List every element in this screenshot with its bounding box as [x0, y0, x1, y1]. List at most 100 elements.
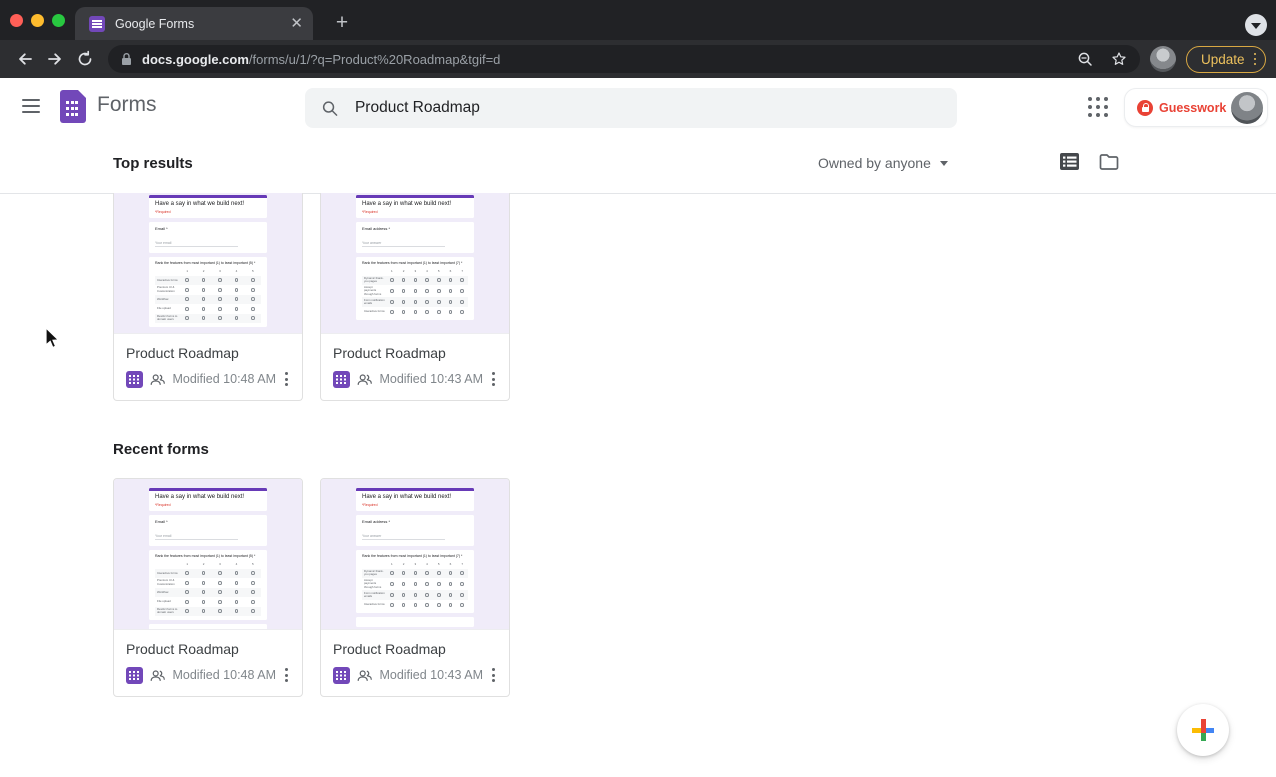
thumb-grid-col: 5: [245, 269, 261, 273]
thumb-grid-cell: [386, 310, 398, 314]
thumb-grid-col: 5: [433, 562, 445, 566]
extension-label: Guesswork: [1159, 101, 1231, 115]
thumb-grid-row-label: Workflow: [155, 297, 179, 302]
thumb-grid-row-label: Premium UI & Customization: [155, 578, 179, 587]
thumb-grid-cell: [445, 300, 457, 304]
url-text: docs.google.com/forms/u/1/?q=Product%20R…: [142, 52, 500, 67]
thumb-grid-col: 2: [195, 269, 211, 273]
reload-button[interactable]: [70, 44, 100, 74]
form-card-thumbnail[interactable]: Have a say in what we build next!*Requir…: [114, 193, 302, 333]
owner-filter-dropdown[interactable]: Owned by anyone: [818, 155, 948, 171]
thumb-grid-cell: [433, 289, 445, 293]
thumb-grid-cell: [245, 288, 261, 292]
main-menu-button[interactable]: [18, 94, 44, 118]
thumb-grid-col-number: 3: [219, 269, 221, 273]
new-tab-button[interactable]: +: [328, 9, 356, 37]
thumb-grid-col-number: 3: [219, 562, 221, 566]
thumb-radio-icon: [235, 297, 239, 301]
thumb-grid-cell: [245, 316, 261, 320]
search-bar[interactable]: [305, 88, 957, 128]
thumb-radio-icon: [185, 316, 189, 320]
thumb-grid-cell: [212, 590, 228, 594]
browser-tab[interactable]: Google Forms ✕: [75, 7, 313, 40]
thumb-grid-corner: [155, 270, 179, 272]
shared-people-icon: [357, 372, 372, 387]
zoom-out-icon[interactable]: [1077, 51, 1094, 68]
browser-menu-icon[interactable]: [1254, 53, 1257, 66]
form-card-menu-icon[interactable]: [490, 370, 497, 388]
thumb-radio-icon: [202, 590, 206, 594]
thumb-grid-col: 6: [445, 269, 457, 273]
thumb-grid-cell: [433, 582, 445, 586]
thumb-grid-cell: [245, 571, 261, 575]
tab-search-button[interactable]: [1245, 14, 1267, 36]
thumb-grid-row: Restrict forms to domain users: [155, 607, 261, 617]
form-card[interactable]: Have a say in what we build next!*Requir…: [113, 193, 303, 401]
form-card-footer: Product Roadmap Modified 10:43 AM: [321, 333, 509, 400]
thumb-grid-header-row: 12345: [155, 268, 261, 275]
thumb-grid-col: 1: [386, 269, 398, 273]
list-view-button[interactable]: [1058, 151, 1081, 172]
thumb-grid-col-number: 6: [450, 562, 452, 566]
thumb-grid-cell: [245, 581, 261, 585]
thumb-grid-card: Rank the features from most important (1…: [149, 550, 267, 621]
account-avatar[interactable]: [1231, 92, 1263, 124]
tab-close-icon[interactable]: ✕: [290, 16, 303, 31]
extension-account-pill[interactable]: Guesswork: [1124, 88, 1268, 127]
thumb-grid-col-number: 3: [414, 562, 416, 566]
thumb-radio-icon: [449, 310, 453, 314]
thumb-grid-cell: [386, 593, 398, 597]
thumb-radio-icon: [202, 316, 206, 320]
thumb-grid-cell: [433, 593, 445, 597]
form-card-menu-icon[interactable]: [490, 666, 497, 684]
thumb-radio-icon: [202, 609, 206, 613]
thumb-grid-col-number: 6: [450, 269, 452, 273]
thumb-grid-cell: [421, 571, 433, 575]
search-input[interactable]: [355, 99, 941, 117]
thumb-grid-row: Interactive forms: [155, 569, 261, 579]
create-new-form-button[interactable]: [1177, 704, 1229, 756]
thumb-grid-cell: [433, 300, 445, 304]
thumb-grid-col: 1: [179, 269, 195, 273]
minimize-window-button[interactable]: [31, 14, 44, 27]
thumb-grid-col-number: 2: [403, 562, 405, 566]
back-button[interactable]: [10, 44, 40, 74]
form-card-menu-icon[interactable]: [283, 666, 290, 684]
thumb-grid-col: 6: [445, 562, 457, 566]
thumb-grid-cell: [195, 609, 211, 613]
form-card-thumbnail[interactable]: Have a say in what we build next!*Requir…: [321, 479, 509, 629]
thumb-form-title: Have a say in what we build next!: [362, 494, 468, 500]
form-card[interactable]: Have a say in what we build next!*Requir…: [113, 478, 303, 697]
thumb-radio-icon: [437, 300, 441, 304]
browser-profile-avatar[interactable]: [1150, 46, 1176, 72]
forward-button[interactable]: [40, 44, 70, 74]
update-button[interactable]: Update: [1186, 46, 1266, 73]
thumb-radio-icon: [449, 278, 453, 282]
form-card-thumbnail[interactable]: Have a say in what we build next!*Requir…: [114, 479, 302, 629]
form-card[interactable]: Have a say in what we build next!*Requir…: [320, 193, 510, 401]
shared-people-icon: [150, 668, 165, 683]
thumb-grid-row: Premium UI & Customization: [155, 285, 261, 295]
close-window-button[interactable]: [10, 14, 23, 27]
thumb-grid-cell: [386, 603, 398, 607]
form-card-menu-icon[interactable]: [283, 370, 290, 388]
forms-app-header: Forms: [0, 78, 1276, 135]
folder-button[interactable]: [1098, 152, 1120, 172]
thumb-grid-row-label: Form notification emails: [362, 591, 386, 600]
thumb-radio-icon: [185, 288, 189, 292]
thumb-radio-icon: [425, 289, 429, 293]
bookmark-star-icon[interactable]: [1110, 50, 1128, 68]
google-apps-grid-button[interactable]: [1088, 97, 1112, 121]
thumb-grid-cell: [195, 581, 211, 585]
thumb-grid-col-number: 1: [186, 562, 188, 566]
form-card-thumbnail[interactable]: Have a say in what we build next!*Requir…: [321, 193, 509, 333]
form-card[interactable]: Have a say in what we build next!*Requir…: [320, 478, 510, 697]
address-bar[interactable]: docs.google.com/forms/u/1/?q=Product%20R…: [108, 45, 1140, 73]
thumb-radio-icon: [414, 571, 418, 575]
thumb-next-card: [149, 624, 267, 629]
thumb-grid-col-number: 3: [414, 269, 416, 273]
zoom-window-button[interactable]: [52, 14, 65, 27]
thumb-radio-icon: [460, 593, 464, 597]
thumb-email-placeholder: Your answer: [362, 241, 445, 248]
chevron-down-icon: [940, 161, 948, 166]
